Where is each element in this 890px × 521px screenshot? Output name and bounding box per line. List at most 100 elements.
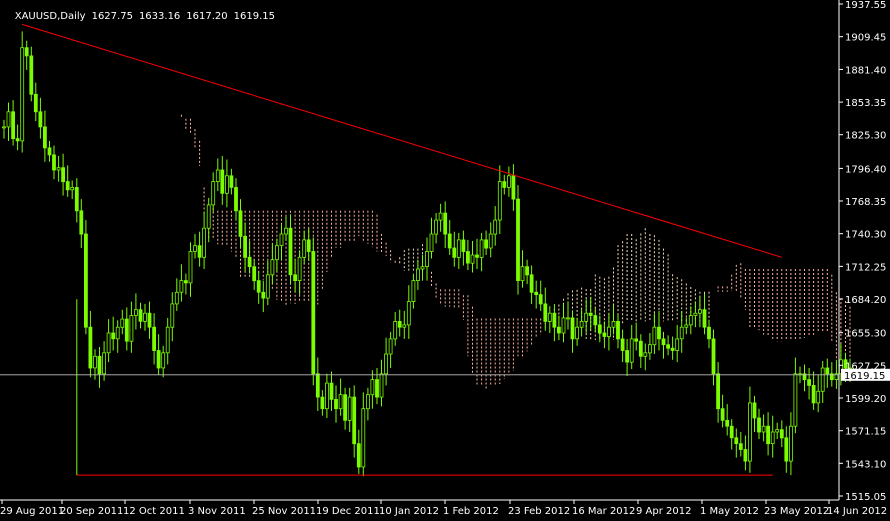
- price-tick-label: 1825.30: [845, 131, 886, 142]
- candle-body: [420, 266, 425, 270]
- candle-body: [120, 318, 125, 328]
- candle-body: [557, 326, 561, 334]
- candle-body: [725, 419, 730, 427]
- candle-body: [193, 245, 197, 252]
- candle-body: [220, 169, 225, 194]
- price-tick-label: 1909.45: [845, 33, 886, 44]
- candle-body: [379, 373, 384, 398]
- candle-body: [648, 344, 652, 354]
- price-tick-label: 1937.55: [845, 0, 886, 11]
- candle-body: [657, 326, 661, 340]
- candle-body: [470, 254, 475, 264]
- candle-body: [520, 266, 525, 282]
- price-tick-label: 1655.30: [845, 329, 886, 340]
- candle-body: [179, 280, 184, 293]
- candle-body: [320, 396, 325, 410]
- candle-body: [84, 233, 88, 328]
- candle-body: [215, 169, 220, 183]
- candle-body: [183, 280, 188, 284]
- candle-body: [206, 204, 211, 229]
- time-tick-label: 23 Feb 2012: [508, 506, 570, 517]
- candle-body: [338, 394, 343, 410]
- candle-body: [570, 317, 575, 340]
- time-tick-label: 23 May 2012: [764, 506, 829, 517]
- candle-body: [625, 350, 629, 363]
- price-tick-label: 1796.40: [845, 164, 886, 175]
- candle-body: [111, 332, 116, 340]
- candle-body: [666, 344, 670, 349]
- candle-body: [748, 402, 752, 462]
- candle-body: [88, 326, 93, 369]
- candle-body: [24, 47, 29, 57]
- candle-body: [761, 425, 766, 433]
- price-tick-label: 1853.35: [845, 98, 886, 109]
- candle-body: [197, 245, 202, 258]
- candle-body: [256, 280, 261, 293]
- candle-body: [238, 210, 243, 237]
- candle-body: [252, 266, 257, 282]
- high-value: 1633.16: [138, 11, 181, 22]
- trendlines: [0, 23, 838, 476]
- chart-window[interactable]: 1937.55 1909.45 1881.40 1853.35 1825.30 1796.…: [0, 0, 890, 517]
- candle-body: [506, 175, 511, 188]
- candle-body: [597, 324, 602, 334]
- candle-body: [497, 181, 502, 221]
- candle-body: [461, 239, 466, 252]
- candle-body: [265, 274, 270, 299]
- candle-body: [43, 126, 47, 149]
- candle-body: [234, 187, 238, 212]
- candle-body: [247, 256, 252, 267]
- candle-body: [575, 326, 579, 340]
- candle-body: [124, 318, 129, 342]
- candle-body: [270, 259, 275, 276]
- symbol-label: XAUUSD,Daily: [14, 11, 86, 22]
- time-tick-label: 1 May 2012: [700, 506, 759, 517]
- candle-body: [456, 239, 461, 258]
- candle-body: [529, 274, 534, 293]
- time-tick-label: 10 Jan 2012: [379, 506, 439, 517]
- candle-body: [561, 317, 566, 334]
- candle-body: [370, 379, 375, 396]
- candle-body: [652, 326, 657, 346]
- candle-body: [816, 390, 821, 404]
- candle-body: [502, 181, 507, 188]
- time-tick-label: 19 Dec 2011: [316, 506, 380, 517]
- chart-header: XAUUSD,Daily 1627.75 1633.16 1617.20 1619.15: [2, 0, 281, 33]
- candle-body: [2, 126, 6, 129]
- candle-body: [629, 338, 634, 363]
- price-tick-label: 1740.30: [845, 230, 886, 241]
- candle-body: [584, 312, 589, 322]
- candle-body: [29, 55, 34, 95]
- price-tick-label: 1599.20: [845, 394, 886, 405]
- candle-body: [698, 309, 702, 314]
- candle-body: [716, 373, 720, 410]
- price-tick-label: 1543.10: [845, 459, 886, 470]
- candle-body: [393, 320, 398, 340]
- candle-body: [147, 312, 152, 328]
- candle-body: [288, 227, 293, 276]
- candle-body: [79, 210, 84, 235]
- candle-body: [434, 219, 439, 235]
- candle-body: [538, 294, 543, 305]
- candle-body: [156, 350, 161, 369]
- candle-body: [93, 355, 97, 369]
- candle-body: [70, 187, 75, 191]
- candle-body: [711, 338, 716, 375]
- candle-body: [279, 233, 284, 247]
- candle-body: [488, 233, 493, 249]
- candle-body: [620, 338, 625, 351]
- candle-body: [170, 303, 175, 328]
- time-tick-label: 1 Feb 2012: [443, 506, 499, 517]
- candle-body: [452, 247, 457, 258]
- candle-body: [579, 320, 584, 328]
- resistance-trendline: [22, 23, 782, 258]
- candle-body: [779, 429, 784, 439]
- price-chart[interactable]: 1937.55 1909.45 1881.40 1853.35 1825.30 1796.…: [0, 0, 890, 517]
- candle-body: [566, 317, 570, 320]
- candle-body: [511, 175, 516, 200]
- candle-body: [693, 312, 698, 316]
- candle-body: [33, 93, 38, 113]
- candle-body: [734, 437, 739, 444]
- candle-body: [702, 309, 707, 328]
- time-tick-label: 20 Sep 2011: [60, 506, 123, 517]
